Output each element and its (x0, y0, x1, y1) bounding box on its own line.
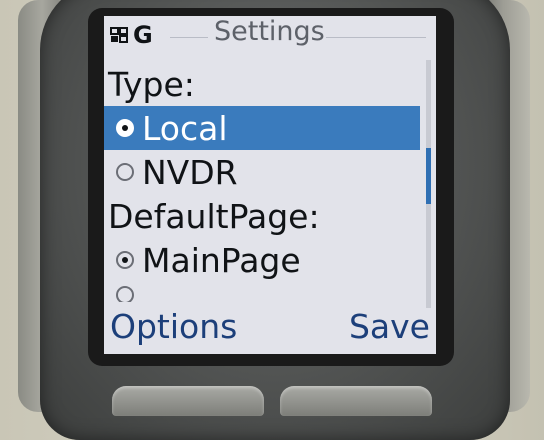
page-title: Settings (214, 16, 325, 47)
network-type-label: G (133, 21, 153, 49)
option-partially-visible[interactable] (104, 282, 420, 302)
options-softkey[interactable]: Options (110, 310, 237, 343)
section-heading-type: Type: (108, 64, 195, 104)
photo-scene: G Settings Type: Local NVDR DefaultPage:… (0, 0, 544, 440)
save-softkey[interactable]: Save (349, 310, 430, 343)
option-local[interactable]: Local (104, 106, 420, 150)
option-label: NVDR (142, 152, 238, 192)
radio-unselected-icon (116, 163, 134, 181)
option-mainpage[interactable]: MainPage (104, 238, 420, 282)
radio-unselected-icon (116, 286, 134, 302)
phone-screen: G Settings Type: Local NVDR DefaultPage:… (104, 16, 436, 354)
title-rule-right (326, 37, 426, 38)
option-label: MainPage (142, 240, 301, 280)
scrollbar-thumb[interactable] (426, 148, 431, 204)
section-heading-defaultpage: DefaultPage: (108, 196, 320, 236)
network-icon (110, 26, 130, 44)
status-bar: G (110, 20, 153, 50)
option-label: Local (142, 108, 228, 148)
radio-selected-icon (116, 119, 134, 137)
scrollbar[interactable] (426, 60, 431, 308)
option-nvdr[interactable]: NVDR (104, 150, 420, 194)
softkey-bar: Options Save (104, 306, 436, 354)
title-rule-left (170, 37, 208, 38)
radio-selected-icon (116, 251, 134, 269)
settings-list: Type: Local NVDR DefaultPage: MainPage (104, 62, 420, 302)
